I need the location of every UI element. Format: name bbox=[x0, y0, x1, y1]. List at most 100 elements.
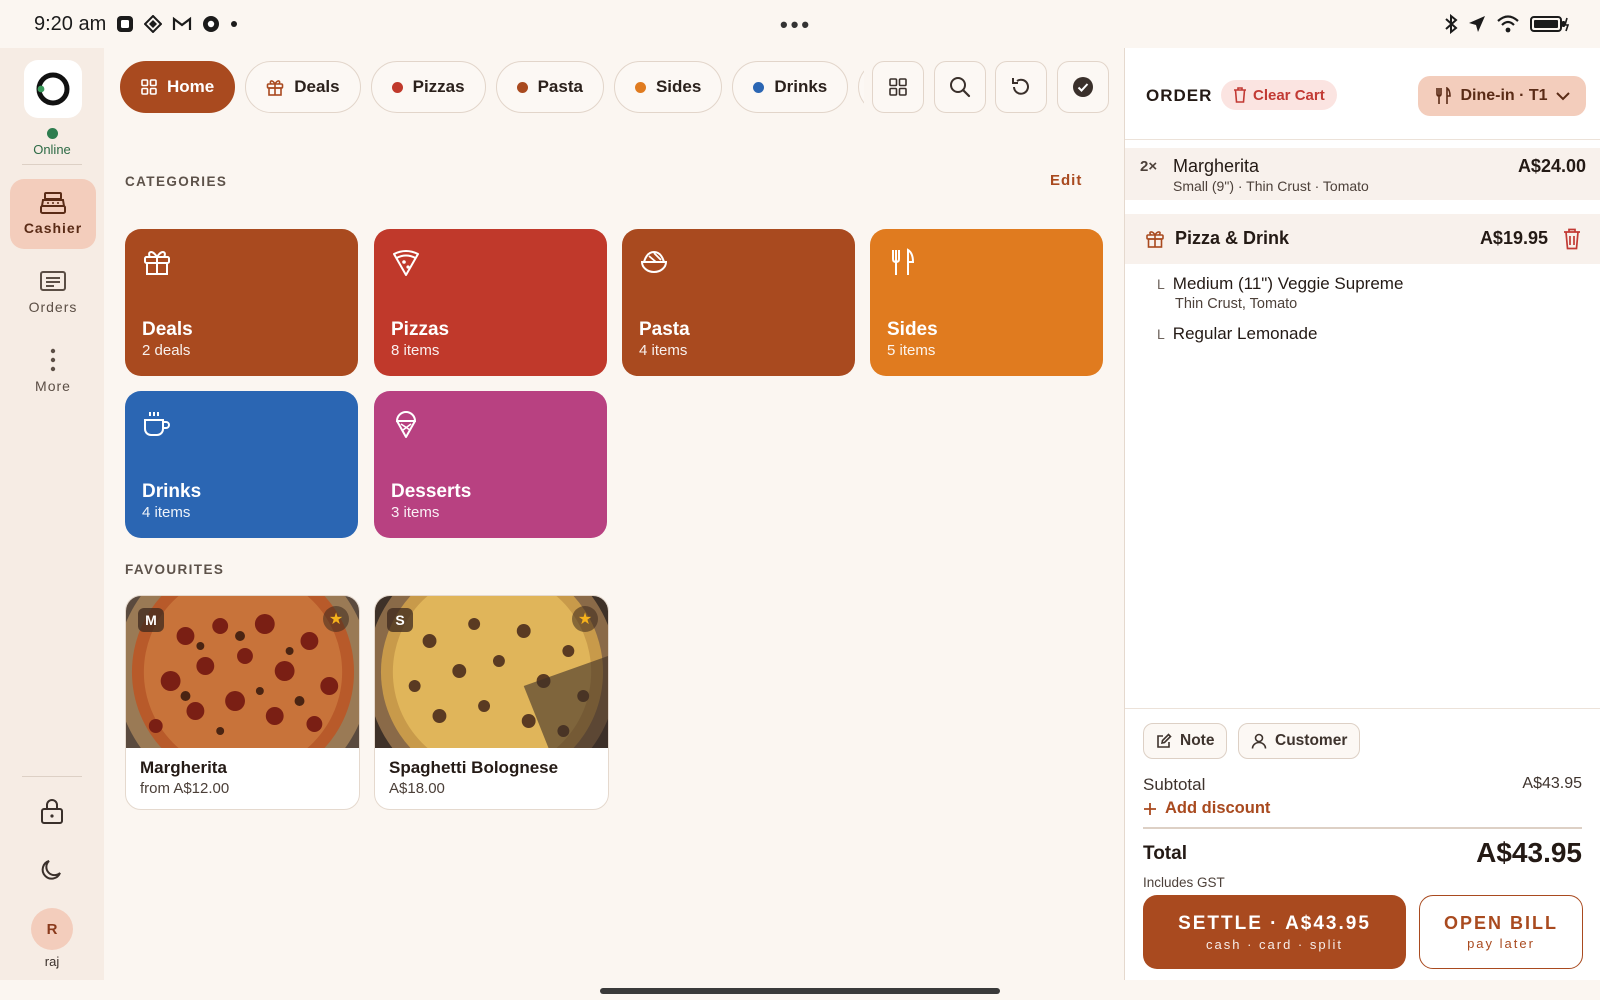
lock-icon bbox=[41, 799, 63, 824]
favourite-card-margherita[interactable]: M ★ Margherita from A$12.00 bbox=[125, 595, 360, 810]
category-color-dot bbox=[391, 81, 403, 93]
size-badge: S bbox=[387, 608, 413, 632]
chip-sides[interactable]: Sides bbox=[613, 61, 723, 113]
nav-rail: Online Cashier Orders More R raj bbox=[0, 48, 104, 980]
deal-sub-item-name: Medium (11") Veggie Supreme bbox=[1172, 274, 1404, 293]
rail-item-orders[interactable]: Orders bbox=[10, 258, 96, 328]
check-circle-icon bbox=[1073, 77, 1093, 97]
add-discount-button[interactable]: Add discount bbox=[1143, 799, 1270, 818]
order-line-item[interactable]: 2× Margherita Small (9") · Thin Crust · … bbox=[1125, 148, 1600, 200]
more-notifications-icon bbox=[231, 21, 238, 27]
favourites-heading: FAVOURITES bbox=[125, 562, 225, 577]
total-label: Total bbox=[1143, 843, 1187, 864]
star-icon[interactable]: ★ bbox=[323, 606, 349, 632]
category-tile-sides[interactable]: Sides 5 items bbox=[870, 229, 1103, 376]
chip-pasta[interactable]: Pasta bbox=[495, 61, 604, 113]
location-icon bbox=[1469, 16, 1485, 32]
open-bill-button[interactable]: OPEN BILL pay later bbox=[1419, 895, 1583, 969]
category-tile-desserts[interactable]: Desserts 3 items bbox=[374, 391, 607, 538]
grid-icon bbox=[889, 78, 907, 96]
category-name: Desserts bbox=[391, 481, 472, 502]
user-icon bbox=[1251, 733, 1267, 749]
rail-item-cashier[interactable]: Cashier bbox=[10, 179, 96, 249]
rail-divider bbox=[22, 164, 82, 165]
total-divider bbox=[1143, 827, 1582, 829]
category-tile-deals[interactable]: Deals 2 deals bbox=[125, 229, 358, 376]
dine-in-label: Dine-in · T1 bbox=[1460, 87, 1548, 104]
pizza-icon bbox=[393, 250, 419, 276]
dark-mode-toggle[interactable] bbox=[36, 854, 68, 886]
undo-button[interactable] bbox=[995, 61, 1047, 113]
trash-icon bbox=[1234, 87, 1246, 103]
clear-cart-button[interactable]: Clear Cart bbox=[1221, 80, 1337, 110]
favourite-card-spaghetti-bolognese[interactable]: S ★ Spaghetti Bolognese A$18.00 bbox=[374, 595, 609, 810]
chip-deals[interactable]: Deals bbox=[245, 61, 361, 113]
customer-button[interactable]: Customer bbox=[1238, 723, 1361, 759]
subtotal-value: A$43.95 bbox=[1522, 775, 1582, 792]
size-badge: M bbox=[138, 608, 164, 632]
gift-icon bbox=[1146, 231, 1164, 248]
rail-item-label: More bbox=[35, 378, 71, 394]
dine-in-selector[interactable]: Dine-in · T1 bbox=[1418, 76, 1586, 116]
multitask-dots[interactable]: ••• bbox=[780, 12, 812, 38]
home-indicator[interactable] bbox=[600, 988, 1000, 994]
avatar[interactable]: R bbox=[31, 908, 73, 950]
app-logo[interactable] bbox=[24, 60, 82, 118]
chip-label: Home bbox=[167, 77, 215, 96]
category-tile-pizzas[interactable]: Pizzas 8 items bbox=[374, 229, 607, 376]
category-name: Deals bbox=[142, 319, 193, 340]
chip-label: Pasta bbox=[537, 77, 583, 96]
settle-button-label: SETTLE · A$43.95 bbox=[1178, 912, 1371, 934]
lock-button[interactable] bbox=[36, 796, 68, 828]
grid-view-button[interactable] bbox=[872, 61, 924, 113]
open-bill-label: OPEN BILL bbox=[1443, 913, 1558, 933]
gst-note: Includes GST bbox=[1143, 875, 1225, 890]
total-value: A$43.95 bbox=[1476, 837, 1582, 868]
category-tile-drinks[interactable]: Drinks 4 items bbox=[125, 391, 358, 538]
item-modifiers: Small (9") · Thin Crust · Tomato bbox=[1173, 178, 1369, 194]
battery-icon bbox=[1530, 16, 1570, 32]
user-name: raj bbox=[44, 954, 60, 969]
more-vertical-icon bbox=[50, 348, 56, 372]
settle-button[interactable]: SETTLE · A$43.95 cash · card · split bbox=[1143, 895, 1406, 969]
order-header: ORDER Clear Cart Dine-in · T1 bbox=[1125, 48, 1600, 140]
grid-icon bbox=[141, 79, 157, 95]
category-count: 2 deals bbox=[142, 342, 191, 359]
add-discount-label: Add discount bbox=[1165, 799, 1271, 817]
gift-icon bbox=[144, 251, 170, 275]
category-chip-bar[interactable]: Home Deals Pizzas Pasta Sides Drinks De bbox=[120, 61, 864, 113]
favourite-name: Margherita bbox=[140, 758, 227, 777]
category-count: 3 items bbox=[391, 504, 440, 521]
wifi-icon bbox=[1497, 15, 1519, 33]
chip-pizzas[interactable]: Pizzas bbox=[370, 61, 486, 113]
search-button[interactable] bbox=[934, 61, 986, 113]
rail-item-more[interactable]: More bbox=[10, 336, 96, 406]
note-button[interactable]: Note bbox=[1143, 723, 1228, 759]
settle-button-sublabel: cash · card · split bbox=[1206, 936, 1343, 952]
order-deal-line[interactable]: Pizza & Drink A$19.95 bbox=[1125, 214, 1600, 264]
moon-icon bbox=[41, 860, 61, 880]
chip-desserts[interactable]: De bbox=[858, 61, 864, 113]
deal-sub-item: L Medium (11") Veggie Supreme bbox=[1157, 274, 1403, 294]
confirm-button[interactable] bbox=[1057, 61, 1109, 113]
utensils-icon bbox=[892, 248, 915, 275]
item-quantity: 2× bbox=[1140, 158, 1158, 175]
star-icon[interactable]: ★ bbox=[572, 606, 598, 632]
category-tile-pasta[interactable]: Pasta 4 items bbox=[622, 229, 855, 376]
logo-mark-icon bbox=[36, 72, 70, 106]
trash-icon[interactable] bbox=[1562, 228, 1582, 250]
chip-drinks[interactable]: Drinks bbox=[732, 61, 849, 113]
chip-home[interactable]: Home bbox=[120, 61, 236, 113]
category-count: 5 items bbox=[887, 342, 936, 359]
branch-marker: L bbox=[1157, 276, 1165, 292]
subtotal-label: Subtotal bbox=[1143, 775, 1206, 794]
diamond-notification-icon bbox=[144, 15, 163, 33]
utensils-icon bbox=[1436, 87, 1452, 104]
receipt-icon bbox=[40, 271, 66, 291]
favourite-price: from A$12.00 bbox=[140, 780, 230, 797]
edit-icon bbox=[1157, 733, 1172, 748]
edit-categories-link[interactable]: Edit bbox=[1050, 172, 1082, 189]
category-count: 4 items bbox=[142, 504, 191, 521]
cup-icon bbox=[144, 412, 170, 436]
online-status-dot bbox=[47, 128, 58, 139]
